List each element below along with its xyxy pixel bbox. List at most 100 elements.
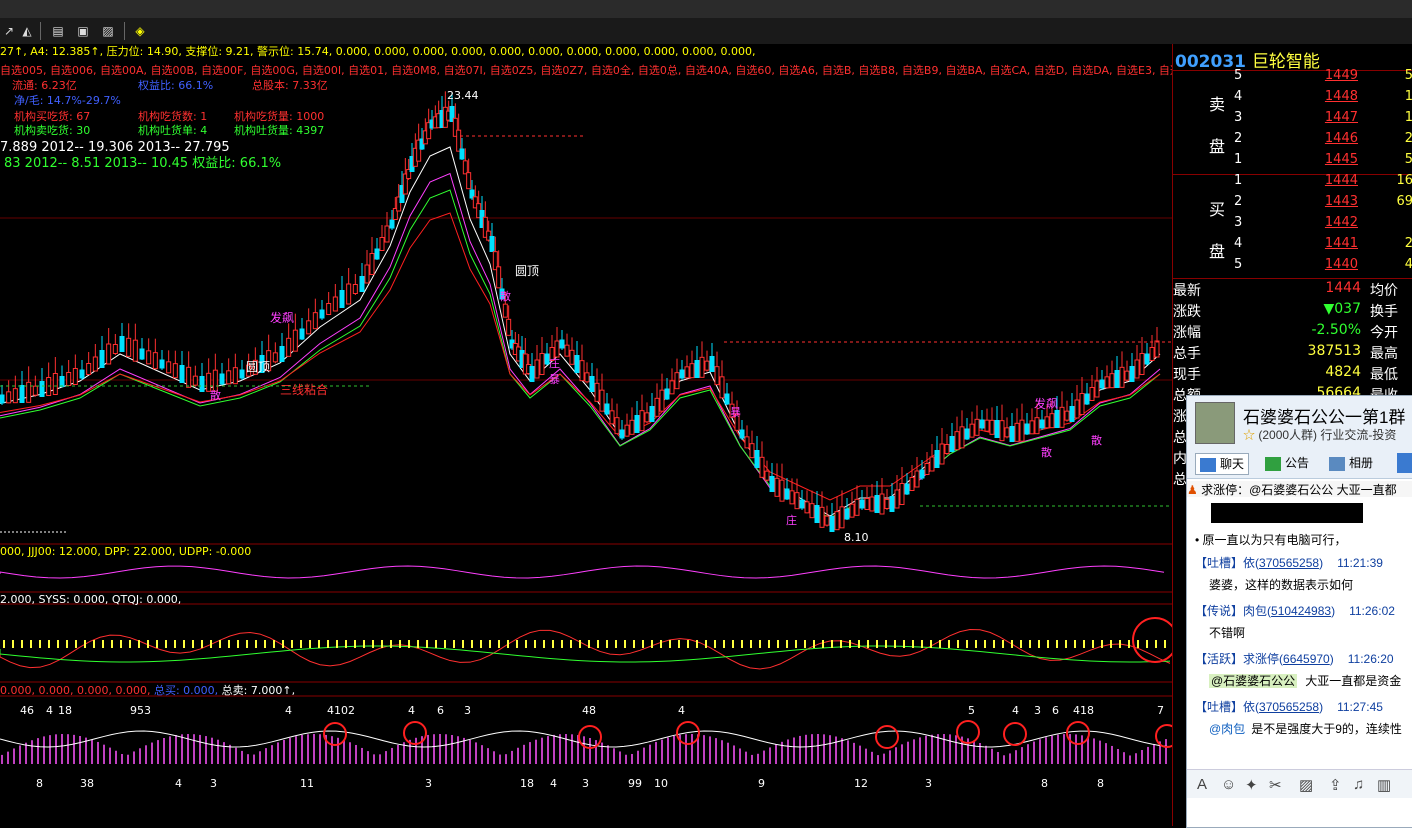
orderbook-row[interactable]: 5 1449 5: [1173, 68, 1412, 89]
message-body: 大亚一直都是资金: [1305, 674, 1402, 688]
signal-circle: [1155, 724, 1172, 748]
picture-icon[interactable]: ▨: [99, 22, 117, 40]
candle-body: [724, 393, 730, 405]
message-time: 11:26:02: [1349, 604, 1395, 618]
mention-tag[interactable]: @石婆婆石公公: [1209, 674, 1298, 688]
sub2-line-green: [0, 645, 1171, 663]
tab-album[interactable]: 相册: [1329, 453, 1373, 473]
candle-body: [119, 336, 125, 352]
notes-icon[interactable]: ▤: [49, 22, 67, 40]
screenshot-icon[interactable]: ✂: [1269, 776, 1282, 794]
pinned-text: 求涨停：@石婆婆石公公 大亚一直都: [1201, 483, 1397, 497]
level: 2: [1234, 194, 1243, 209]
candle-body: [744, 436, 750, 449]
candle-body: [1074, 399, 1080, 419]
candle-body: [12, 388, 18, 404]
message-header[interactable]: 【吐槽】依(370565258) 11:21:39: [1195, 554, 1383, 571]
candle-body: [994, 420, 1000, 438]
top-number: 18: [58, 704, 72, 717]
qq-group-chat-window[interactable]: 石婆婆石公公一第1群 ☆ (2000人群) 行业交流-投资 聊天 公告 相册 ♟…: [1186, 395, 1412, 828]
mention-tag[interactable]: @肉包: [1209, 722, 1245, 736]
message-input[interactable]: [1187, 798, 1412, 827]
candle-body: [92, 356, 98, 372]
tab-chat[interactable]: 聊天: [1195, 453, 1250, 475]
candle-body: [462, 160, 468, 175]
candle-body: [889, 496, 895, 512]
candle-body: [1064, 410, 1070, 421]
message-header[interactable]: 【活跃】求涨停(6645970) 11:26:20: [1195, 650, 1394, 667]
kline-chart[interactable]: 8 38 4 3 11 3 18 4 3 99 10 9 12 3 8 8 46 4 18 953 4 4102 4 6 3 48…: [0, 44, 1187, 826]
message-header[interactable]: 【传说】肉包(510424983) 11:26:02: [1195, 602, 1395, 619]
san-label: 散: [1091, 434, 1102, 447]
candle-body: [1114, 370, 1120, 388]
candle-body: [1104, 376, 1110, 389]
candle-body: [112, 344, 118, 354]
media-preview[interactable]: [1211, 503, 1363, 523]
music-icon[interactable]: ♫: [1353, 776, 1364, 793]
candle-body: [639, 410, 645, 432]
candle-body: [166, 361, 172, 374]
candle-body: [364, 264, 370, 284]
tab-chat-label: 聊天: [1220, 457, 1245, 471]
candle-body: [789, 490, 795, 505]
tab-notice-label: 公告: [1285, 456, 1310, 470]
upload-icon[interactable]: ⇪: [1329, 776, 1342, 794]
candle-body: [1044, 416, 1050, 429]
sender-id[interactable]: 6645970: [1283, 652, 1330, 666]
candle-body: [919, 469, 925, 479]
message-header[interactable]: 【吐槽】依(370565258) 11:27:45: [1195, 698, 1383, 715]
stat-row: 现手 4824 最低: [1173, 364, 1412, 385]
fib-icon[interactable]: ◭: [18, 22, 36, 40]
level: 3: [1234, 215, 1243, 230]
sender-id[interactable]: 370565258: [1259, 556, 1319, 570]
message-text: @石婆婆石公公 大亚一直都是资金: [1209, 672, 1401, 689]
sub1-line: [0, 565, 1165, 579]
candle-body: [219, 373, 225, 385]
candle-body: [26, 381, 32, 403]
photo-icon: [1329, 456, 1345, 471]
candle-body: [1094, 380, 1100, 398]
candle-body: [809, 503, 815, 519]
pinned-message[interactable]: ♟ 求涨停：@石婆婆石公公 大亚一直都: [1187, 481, 1412, 497]
group-avatar[interactable]: [1195, 402, 1235, 444]
candle-body: [559, 339, 565, 349]
candle-body: [764, 470, 770, 481]
candle-body: [609, 410, 615, 425]
group-name[interactable]: 石婆婆石公公一第1群: [1243, 403, 1405, 428]
signal-circle: [1066, 721, 1090, 745]
tab-notice[interactable]: 公告: [1265, 453, 1309, 473]
chat-icon[interactable]: ▣: [74, 22, 92, 40]
sender-id[interactable]: 370565258: [1259, 700, 1319, 714]
history-icon[interactable]: ▥: [1377, 776, 1391, 794]
candle-body: [824, 515, 830, 526]
candle-body: [974, 418, 980, 436]
inst-sell: 机构卖吃货: 30: [14, 124, 91, 137]
candle-body: [719, 376, 725, 399]
yearly-eps: 7.889 2012-- 19.306 2013-- 27.795: [0, 140, 230, 155]
chat-messages[interactable]: ♟ 求涨停：@石婆婆石公公 大亚一直都 • 原一直以为只有电脑可行， 【吐槽】依…: [1187, 479, 1412, 769]
diamond-icon[interactable]: ◈: [131, 22, 149, 40]
tab-more[interactable]: [1397, 453, 1412, 473]
draw-icon[interactable]: ↗: [0, 22, 18, 40]
stat-row: 涨跌 ▼037 换手: [1173, 301, 1412, 322]
volume: 5: [1404, 68, 1412, 83]
candle-body: [1139, 353, 1145, 375]
orderbook-row[interactable]: 1 1444 16: [1173, 173, 1412, 194]
magic-icon[interactable]: ✦: [1245, 776, 1258, 794]
top-number: 3: [464, 704, 471, 717]
image-icon[interactable]: ▨: [1299, 776, 1313, 794]
sender-id[interactable]: 510424983: [1271, 604, 1331, 618]
sub2-line-red: [0, 628, 1171, 670]
candle-body: [319, 309, 325, 319]
message-body: 不错啊: [1209, 626, 1246, 640]
candle-body: [759, 456, 765, 478]
candle-body: [704, 360, 710, 371]
sub3-buy: 总买: 0.000,: [153, 684, 219, 697]
candle-body: [326, 303, 332, 315]
candle-body: [984, 419, 990, 432]
candle-body: [774, 477, 780, 497]
price: 1446: [1324, 131, 1358, 146]
font-icon[interactable]: A: [1197, 776, 1207, 793]
candle-body: [1039, 419, 1045, 429]
emoji-icon[interactable]: ☺: [1221, 776, 1236, 793]
